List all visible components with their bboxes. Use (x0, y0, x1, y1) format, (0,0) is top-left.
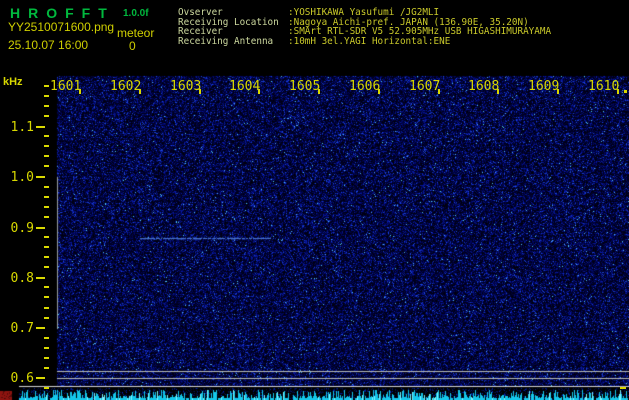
strip-tick-right (620, 387, 626, 389)
freq-tick-label: 1.1 (10, 120, 34, 135)
time-tick-label: 1604 (229, 79, 261, 94)
freq-minor-tick (44, 256, 49, 258)
freq-minor-tick (44, 347, 49, 349)
freq-minor-tick (44, 387, 49, 389)
time-tick (378, 89, 380, 94)
time-tick (199, 89, 201, 94)
capture-datetime: 25.10.07 16:00 (8, 38, 89, 52)
mode-label: meteor (117, 26, 155, 40)
freq-minor-tick (44, 367, 49, 369)
time-tick (318, 89, 320, 94)
info-label: Receiving Antenna (178, 35, 274, 47)
hrofft-window: HROFFT 1.0.0f YY2510071600.png meteor 25… (0, 0, 629, 400)
freq-minor-tick (44, 135, 49, 137)
time-tick-label: 1603 (170, 79, 202, 94)
time-tick-label: 1610 (588, 79, 620, 94)
freq-tick-label: 0.6 (10, 371, 34, 386)
freq-minor-tick (44, 155, 49, 157)
freq-major-tick (36, 227, 45, 229)
observer-info: Ovserver:YOSHIKAWA Yasufumi /JG2MLI Recei… (178, 8, 551, 46)
freq-tick-label: 1.0 (10, 170, 34, 185)
time-tick-label: 1601 (50, 79, 82, 94)
freq-minor-tick (44, 85, 49, 87)
time-tick (438, 89, 440, 94)
freq-major-tick (36, 327, 45, 329)
freq-minor-tick (44, 105, 49, 107)
freq-minor-tick (44, 266, 49, 268)
freq-minor-tick (44, 186, 49, 188)
time-tick-label: 1609 (528, 79, 560, 94)
time-tick (617, 89, 619, 94)
output-filename: YY2510071600.png (8, 20, 115, 34)
time-tick (624, 90, 627, 93)
freq-tick-label: 0.8 (10, 271, 34, 286)
freq-tick-label: 0.9 (10, 221, 34, 236)
time-tick (258, 89, 260, 94)
freq-minor-tick (44, 286, 49, 288)
time-tick-label: 1606 (349, 79, 381, 94)
freq-major-tick (36, 277, 45, 279)
freq-minor-tick (44, 236, 49, 238)
time-tick (557, 89, 559, 94)
freq-minor-tick (44, 145, 49, 147)
freq-minor-tick (44, 196, 49, 198)
freq-minor-tick (44, 307, 49, 309)
freq-minor-tick (44, 95, 49, 97)
freq-major-tick (36, 126, 45, 128)
freq-minor-tick (44, 357, 49, 359)
time-tick (79, 89, 81, 94)
time-tick (497, 89, 499, 94)
khz-axis-unit-label: kHz (3, 76, 23, 88)
freq-minor-tick (44, 216, 49, 218)
freq-tick-label: 0.7 (10, 321, 34, 336)
freq-minor-tick (44, 337, 49, 339)
app-version: 1.0.0f (123, 8, 149, 19)
freq-major-tick (36, 176, 45, 178)
time-tick-label: 1607 (409, 79, 441, 94)
time-tick-label: 1608 (468, 79, 500, 94)
spectrogram-canvas (0, 0, 629, 400)
time-tick (139, 89, 141, 94)
freq-minor-tick (44, 115, 49, 117)
freq-minor-tick (44, 317, 49, 319)
freq-minor-tick (44, 206, 49, 208)
freq-major-tick (36, 377, 45, 379)
info-row: Receiving Antenna :10mH 3el.YAGI Horizont… (178, 35, 551, 47)
freq-minor-tick (44, 246, 49, 248)
time-tick-label: 1602 (110, 79, 142, 94)
freq-minor-tick (44, 165, 49, 167)
echo-count: 0 (129, 39, 136, 53)
info-value: :10mH 3el.YAGI Horizontal:ENE (288, 35, 451, 47)
freq-minor-tick (44, 296, 49, 298)
app-title: HROFFT (10, 5, 115, 21)
time-tick-label: 1605 (289, 79, 321, 94)
